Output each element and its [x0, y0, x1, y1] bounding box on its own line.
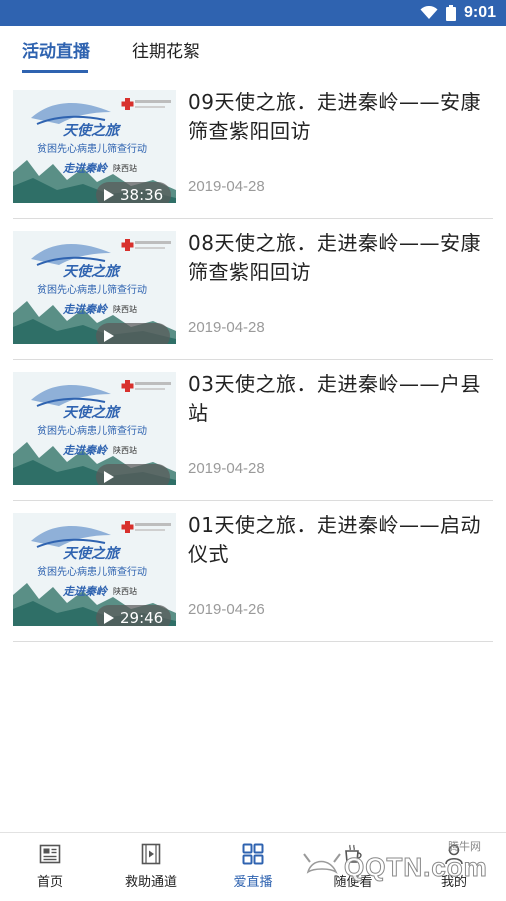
status-time: 9:01 — [463, 4, 496, 21]
thumbnail-subtitle: 贫困先心病患儿筛查行动 — [37, 144, 147, 155]
newspaper-icon — [39, 844, 61, 864]
watermark-sub: 腾牛网 — [448, 840, 481, 853]
nav-home[interactable]: 首页 — [10, 843, 90, 890]
video-thumbnail[interactable]: 天使之旅 贫困先心病患儿筛查行动 走进秦岭 陕西站 — [13, 231, 176, 344]
list-item[interactable]: 天使之旅 贫困先心病患儿筛查行动 走进秦岭 陕西站 08天使之旅．走进秦岭——安… — [13, 219, 493, 360]
item-title[interactable]: 09天使之旅．走进秦岭——安康筛查紫阳回访 — [188, 88, 488, 146]
video-thumbnail[interactable]: 天使之旅 贫困先心病患儿筛查行动 走进秦岭 陕西站 — [13, 372, 176, 485]
duration-badge — [96, 464, 170, 485]
bull-logo-icon — [303, 853, 341, 875]
item-date: 2019-04-28 — [188, 460, 265, 477]
watermark: QQTN.com 腾牛网 — [302, 838, 502, 896]
thumbnail-subtitle: 贫困先心病患儿筛查行动 — [37, 285, 147, 296]
nav-rescue-channel-label: 救助通道 — [124, 875, 177, 890]
thumbnail-headline: 天使之旅 — [63, 405, 119, 421]
list-item[interactable]: 天使之旅 贫困先心病患儿筛查行动 走进秦岭 陕西站 38:36 09天使之旅．走… — [13, 78, 493, 219]
tab-active-indicator — [22, 70, 88, 73]
duration-badge: 29:46 — [96, 605, 172, 626]
thumbnail-region: 陕西站 — [113, 587, 137, 596]
thumbnail-region: 陕西站 — [113, 305, 137, 314]
play-icon — [104, 612, 114, 624]
nav-home-label: 首页 — [36, 875, 63, 890]
watermark-text: QQTN.com — [344, 852, 488, 883]
item-date: 2019-04-28 — [188, 178, 265, 195]
thumbnail-region: 陕西站 — [113, 446, 137, 455]
wifi-icon — [420, 6, 438, 19]
tab-bar: 活动直播 往期花絮 — [0, 26, 506, 74]
thumbnail-region: 陕西站 — [113, 164, 137, 173]
play-icon — [104, 189, 114, 201]
duration-text: 29:46 — [120, 609, 164, 626]
play-icon — [104, 330, 114, 342]
list-item[interactable]: 天使之旅 贫困先心病患儿筛查行动 走进秦岭 陕西站 29:46 01天使之旅．走… — [13, 501, 493, 642]
list-item[interactable]: 天使之旅 贫困先心病患儿筛查行动 走进秦岭 陕西站 03天使之旅．走进秦岭——户… — [13, 360, 493, 501]
item-title[interactable]: 01天使之旅．走进秦岭——启动仪式 — [188, 511, 488, 569]
duration-badge — [96, 323, 170, 344]
tab-live[interactable]: 活动直播 — [22, 37, 90, 62]
live-list: 天使之旅 贫困先心病患儿筛查行动 走进秦岭 陕西站 38:36 09天使之旅．走… — [13, 78, 493, 642]
thumbnail-tagline: 走进秦岭 — [63, 444, 107, 457]
status-bar: 9:01 — [0, 0, 506, 26]
thumbnail-subtitle: 贫困先心病患儿筛查行动 — [37, 426, 147, 437]
item-date: 2019-04-26 — [188, 601, 265, 618]
grid-icon — [242, 843, 264, 865]
item-title[interactable]: 08天使之旅．走进秦岭——安康筛查紫阳回访 — [188, 229, 488, 287]
thumbnail-tagline: 走进秦岭 — [63, 303, 107, 316]
duration-badge: 38:36 — [96, 182, 172, 203]
nav-love-live[interactable]: 爱直播 — [213, 843, 293, 890]
thumbnail-headline: 天使之旅 — [63, 264, 119, 280]
play-icon — [104, 471, 114, 483]
thumbnail-headline: 天使之旅 — [63, 546, 119, 562]
nav-love-live-label: 爱直播 — [233, 875, 273, 890]
nav-rescue-channel[interactable]: 救助通道 — [111, 843, 191, 890]
thumbnail-tagline: 走进秦岭 — [63, 162, 107, 175]
duration-text: 38:36 — [120, 186, 164, 203]
tab-past-highlights[interactable]: 往期花絮 — [132, 37, 200, 62]
video-thumbnail[interactable]: 天使之旅 贫困先心病患儿筛查行动 走进秦岭 陕西站 38:36 — [13, 90, 176, 203]
item-title[interactable]: 03天使之旅．走进秦岭——户县站 — [188, 370, 488, 428]
video-thumbnail[interactable]: 天使之旅 贫困先心病患儿筛查行动 走进秦岭 陕西站 29:46 — [13, 513, 176, 626]
battery-icon — [445, 5, 456, 21]
thumbnail-tagline: 走进秦岭 — [63, 585, 107, 598]
status-icons: 9:01 — [420, 0, 496, 26]
thumbnail-subtitle: 贫困先心病患儿筛查行动 — [37, 567, 147, 578]
item-date: 2019-04-28 — [188, 319, 265, 336]
video-doc-icon — [141, 843, 161, 865]
thumbnail-headline: 天使之旅 — [63, 123, 119, 139]
